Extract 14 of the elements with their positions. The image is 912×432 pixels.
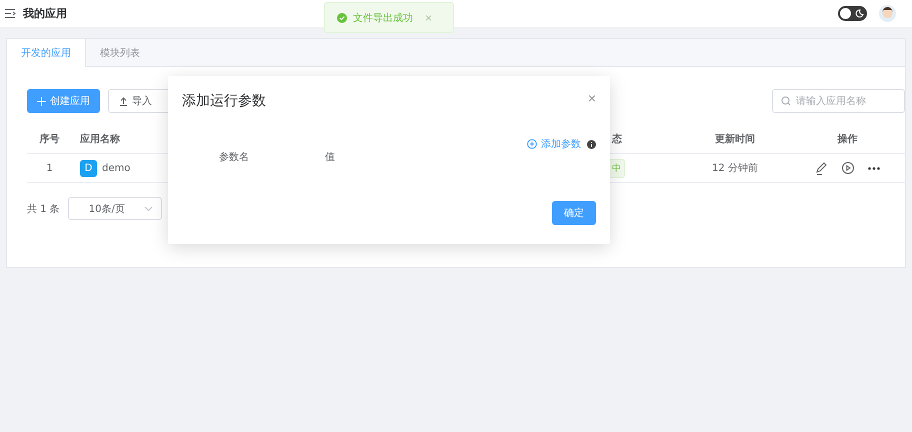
- toast-message: 文件导出成功: [353, 12, 413, 24]
- column-header: 值: [325, 151, 336, 164]
- total-count: 共 1 条: [27, 202, 60, 216]
- app-avatar: D: [80, 160, 97, 176]
- column-header: 序号: [40, 132, 60, 146]
- column-header: 应用名称: [79, 132, 120, 146]
- column-header: 更新时间: [715, 132, 755, 146]
- column-header: 态: [610, 132, 622, 146]
- column-header: 操作: [838, 132, 858, 146]
- table-cell: 1: [46, 162, 53, 174]
- page-title: 我的应用: [23, 6, 67, 21]
- column-header: 参数名: [219, 150, 250, 164]
- table-cell: demo: [102, 162, 130, 174]
- table-cell-text: 12 分钟前: [712, 162, 758, 175]
